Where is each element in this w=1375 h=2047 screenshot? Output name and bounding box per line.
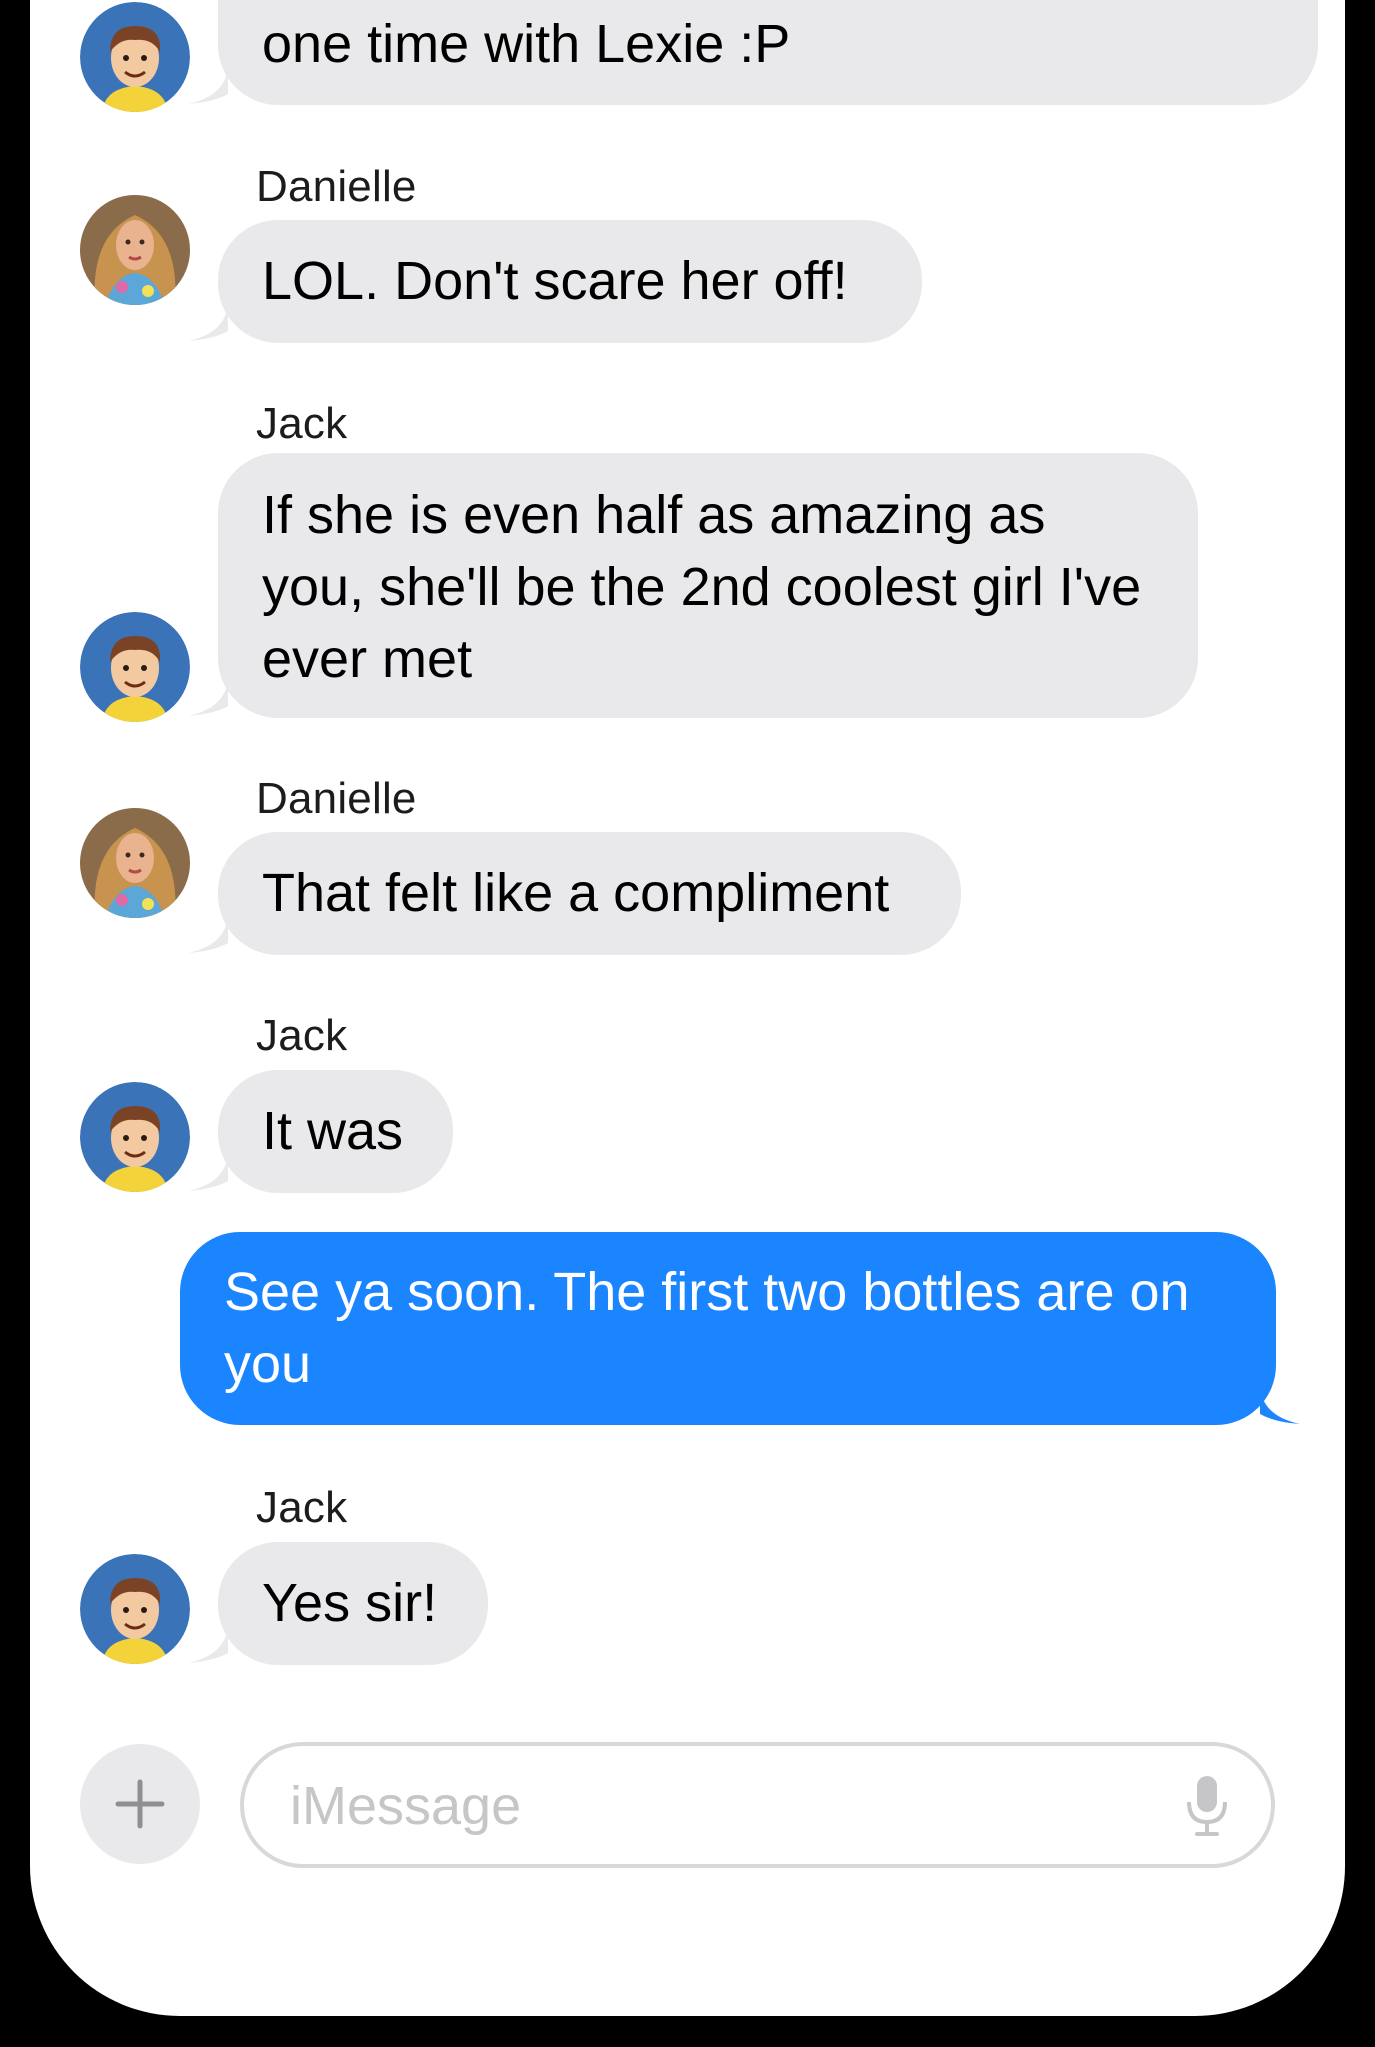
plus-icon — [115, 1779, 165, 1829]
avatar-jack[interactable] — [80, 1082, 190, 1192]
jack-avatar-icon — [80, 1554, 190, 1664]
message-text: That felt like a compliment — [262, 863, 890, 923]
bubble-tail — [188, 1153, 228, 1191]
avatar-danielle[interactable] — [80, 808, 190, 918]
bubble-tail-outgoing — [1260, 1386, 1300, 1424]
jack-avatar-icon — [80, 612, 190, 722]
danielle-avatar-icon — [80, 808, 190, 918]
phone-screen: one time with Lexie :P Danielle LOL. Don… — [30, 0, 1345, 2016]
danielle-avatar-icon — [80, 195, 190, 305]
message-input[interactable] — [288, 1764, 1142, 1848]
message-bubble-incoming[interactable]: That felt like a compliment — [218, 832, 961, 955]
message-bubble-incoming[interactable]: It was — [218, 1070, 453, 1193]
message-text: LOL. Don't scare her off! — [262, 251, 848, 311]
add-attachment-button[interactable] — [80, 1744, 200, 1864]
sender-name: Jack — [256, 1483, 348, 1532]
message-text: Yes sir! — [262, 1573, 438, 1633]
avatar-jack[interactable] — [80, 2, 190, 112]
message-bubble-incoming[interactable]: one time with Lexie :P — [218, 0, 1318, 105]
bubble-tail — [188, 678, 228, 716]
bubble-tail — [188, 915, 228, 953]
sender-name: Jack — [256, 399, 348, 448]
message-text: one time with Lexie :P — [262, 14, 791, 74]
message-bubble-incoming[interactable]: If she is even half as amazing as you, s… — [218, 453, 1198, 718]
microphone-icon[interactable] — [1183, 1774, 1231, 1838]
bubble-tail — [188, 1625, 228, 1663]
avatar-danielle[interactable] — [80, 195, 190, 305]
message-input-container[interactable] — [240, 1742, 1275, 1868]
message-bubble-incoming[interactable]: Yes sir! — [218, 1542, 488, 1665]
bubble-tail — [188, 66, 228, 104]
message-bubble-outgoing[interactable]: See ya soon. The first two bottles are o… — [180, 1232, 1276, 1425]
sender-name: Danielle — [256, 162, 417, 211]
sender-name: Danielle — [256, 774, 417, 823]
message-bubble-incoming[interactable]: LOL. Don't scare her off! — [218, 220, 922, 343]
message-text: If she is even half as amazing as you, s… — [262, 485, 1142, 689]
message-text: See ya soon. The first two bottles are o… — [224, 1262, 1190, 1394]
avatar-jack[interactable] — [80, 1554, 190, 1664]
bubble-tail — [188, 303, 228, 341]
avatar-jack[interactable] — [80, 612, 190, 722]
jack-avatar-icon — [80, 2, 190, 112]
message-text: It was — [262, 1101, 404, 1161]
sender-name: Jack — [256, 1011, 348, 1060]
jack-avatar-icon — [80, 1082, 190, 1192]
